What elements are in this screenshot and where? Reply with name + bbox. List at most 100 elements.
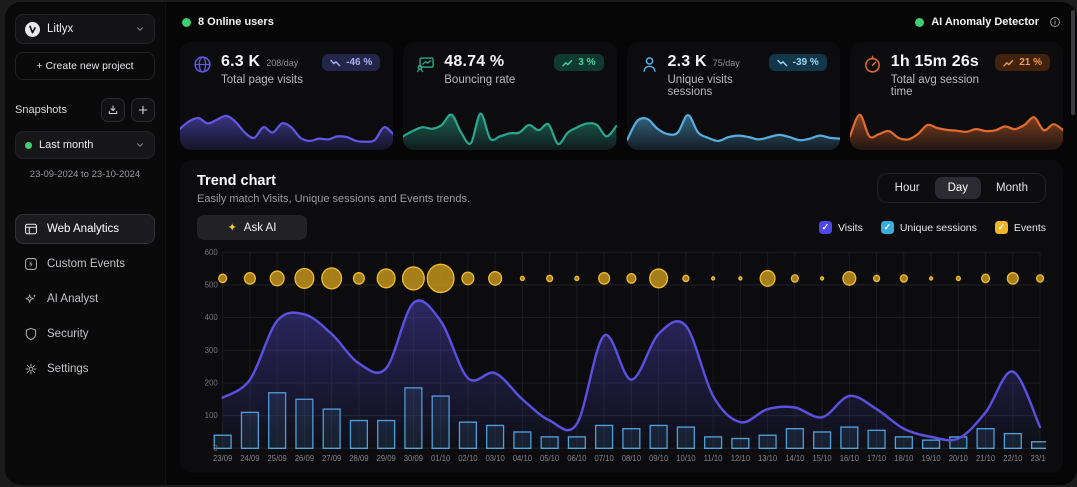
checkbox-visits[interactable]: ✓ bbox=[819, 221, 832, 234]
svg-text:03/10: 03/10 bbox=[486, 454, 506, 463]
legend-unique-sessions[interactable]: ✓ Unique sessions bbox=[881, 221, 977, 234]
trend-chart-subtitle: Easily match Visits, Unique sessions and… bbox=[197, 193, 470, 205]
trend-badge: -39 % bbox=[769, 54, 827, 71]
svg-text:14/10: 14/10 bbox=[785, 454, 805, 463]
sparkline-chart bbox=[403, 104, 616, 150]
svg-text:19/10: 19/10 bbox=[921, 454, 941, 463]
svg-text:500: 500 bbox=[205, 280, 219, 289]
tab-hour[interactable]: Hour bbox=[882, 177, 933, 199]
trend-badge: -46 % bbox=[322, 54, 380, 71]
chart-legend: ✓ Visits ✓ Unique sessions ✓ Events bbox=[819, 221, 1046, 234]
svg-text:17/10: 17/10 bbox=[867, 454, 887, 463]
ask-ai-button[interactable]: ✦ Ask AI bbox=[197, 215, 307, 240]
trend-chart-plot[interactable]: 010020030040050060023/0924/0925/0926/092… bbox=[197, 246, 1046, 465]
card-unique-visits-sessions: 2.3 K 75/day Unique visits sessions -39 … bbox=[627, 42, 840, 150]
sidebar-item-custom-events[interactable]: Custom Events bbox=[15, 249, 155, 279]
stat-label: Unique visits sessions bbox=[668, 74, 760, 98]
svg-text:28/09: 28/09 bbox=[349, 454, 369, 463]
svg-text:22/10: 22/10 bbox=[1003, 454, 1023, 463]
scrollbar-thumb[interactable] bbox=[1071, 10, 1075, 115]
svg-text:11/10: 11/10 bbox=[704, 454, 723, 463]
stat-label: Bouncing rate bbox=[444, 74, 545, 86]
stat-per-day: 75/day bbox=[713, 58, 740, 68]
svg-text:12/10: 12/10 bbox=[731, 454, 751, 463]
svg-text:600: 600 bbox=[205, 248, 219, 257]
sparkle-icon: ✦ bbox=[228, 221, 237, 234]
download-snapshot-button[interactable] bbox=[101, 98, 125, 122]
svg-text:0: 0 bbox=[213, 444, 218, 453]
sidebar: Litlyx + Create new project Snapshots La… bbox=[5, 2, 166, 485]
card-total-page-visits: 6.3 K 208/day Total page visits -46 % bbox=[180, 42, 393, 150]
svg-text:21/10: 21/10 bbox=[976, 454, 996, 463]
svg-text:18/10: 18/10 bbox=[894, 454, 914, 463]
web-analytics-icon bbox=[24, 222, 38, 236]
litlyx-logo-icon bbox=[25, 22, 40, 37]
online-users-status: 8 Online users bbox=[182, 16, 274, 28]
online-users-label: 8 Online users bbox=[198, 16, 274, 28]
legend-events[interactable]: ✓ Events bbox=[995, 221, 1046, 234]
snapshot-range-select[interactable]: Last month bbox=[15, 131, 155, 159]
tab-day[interactable]: Day bbox=[935, 177, 981, 199]
svg-text:13/10: 13/10 bbox=[758, 454, 778, 463]
svg-text:04/10: 04/10 bbox=[513, 454, 533, 463]
svg-text:29/09: 29/09 bbox=[377, 454, 397, 463]
online-dot bbox=[182, 18, 191, 27]
legend-visits[interactable]: ✓ Visits bbox=[819, 221, 863, 234]
svg-text:30/09: 30/09 bbox=[404, 454, 424, 463]
svg-text:20/10: 20/10 bbox=[949, 454, 969, 463]
timer-icon bbox=[863, 55, 882, 74]
trend-chart-title: Trend chart bbox=[197, 173, 470, 189]
snapshot-selected: Last month bbox=[39, 139, 128, 151]
sidebar-nav: Web Analytics Custom Events AI Analyst S… bbox=[15, 214, 155, 384]
sparkline-chart bbox=[627, 104, 840, 150]
sidebar-item-web-analytics[interactable]: Web Analytics bbox=[15, 214, 155, 244]
info-icon[interactable] bbox=[1049, 16, 1061, 28]
svg-text:23/09: 23/09 bbox=[213, 454, 233, 463]
active-snapshot-dot bbox=[25, 142, 32, 149]
presentation-chart-icon bbox=[416, 55, 435, 74]
card-total-avg-session-time: 1h 15m 26s Total avg session time 21 % bbox=[850, 42, 1063, 150]
topbar: 8 Online users AI Anomaly Detector bbox=[180, 2, 1063, 42]
sidebar-item-security[interactable]: Security bbox=[15, 319, 155, 349]
chevron-down-icon bbox=[135, 140, 145, 150]
create-project-button[interactable]: + Create new project bbox=[15, 52, 155, 80]
chevron-down-icon bbox=[135, 24, 145, 34]
sidebar-item-settings[interactable]: Settings bbox=[15, 354, 155, 384]
svg-text:27/09: 27/09 bbox=[322, 454, 342, 463]
svg-text:400: 400 bbox=[205, 313, 219, 322]
checkbox-events[interactable]: ✓ bbox=[995, 221, 1008, 234]
sidebar-item-ai-analyst[interactable]: AI Analyst bbox=[15, 284, 155, 314]
stat-value: 2.3 K bbox=[668, 53, 707, 71]
granularity-switcher: Hour Day Month bbox=[877, 173, 1046, 203]
svg-text:300: 300 bbox=[205, 346, 219, 355]
trend-chart-card: Trend chart Easily match Visits, Unique … bbox=[180, 160, 1063, 473]
svg-text:100: 100 bbox=[205, 411, 219, 420]
svg-text:01/10: 01/10 bbox=[431, 454, 451, 463]
app-window: Litlyx + Create new project Snapshots La… bbox=[5, 2, 1077, 485]
svg-text:200: 200 bbox=[205, 378, 219, 387]
svg-text:09/10: 09/10 bbox=[649, 454, 669, 463]
person-icon bbox=[640, 55, 659, 74]
trend-badge: 3 % bbox=[554, 54, 603, 71]
gear-icon bbox=[24, 362, 38, 376]
sidebar-item-label: AI Analyst bbox=[47, 293, 98, 305]
svg-text:26/09: 26/09 bbox=[295, 454, 315, 463]
project-selector[interactable]: Litlyx bbox=[15, 14, 155, 44]
sparkline-chart bbox=[850, 104, 1063, 150]
sidebar-item-label: Security bbox=[47, 328, 89, 340]
snapshot-date-range: 23-09-2024 to 23-10-2024 bbox=[15, 169, 155, 180]
svg-text:10/10: 10/10 bbox=[676, 454, 696, 463]
svg-text:06/10: 06/10 bbox=[567, 454, 587, 463]
svg-text:16/10: 16/10 bbox=[840, 454, 860, 463]
add-snapshot-button[interactable] bbox=[131, 98, 155, 122]
svg-text:07/10: 07/10 bbox=[595, 454, 615, 463]
custom-events-icon bbox=[24, 257, 38, 271]
stat-value: 6.3 K bbox=[221, 53, 260, 71]
globe-icon bbox=[193, 55, 212, 74]
checkbox-unique-sessions[interactable]: ✓ bbox=[881, 221, 894, 234]
tab-month[interactable]: Month bbox=[983, 177, 1041, 199]
svg-text:08/10: 08/10 bbox=[622, 454, 642, 463]
sidebar-item-label: Custom Events bbox=[47, 258, 125, 270]
svg-text:23/10: 23/10 bbox=[1030, 454, 1046, 463]
stat-label: Total page visits bbox=[221, 74, 313, 86]
